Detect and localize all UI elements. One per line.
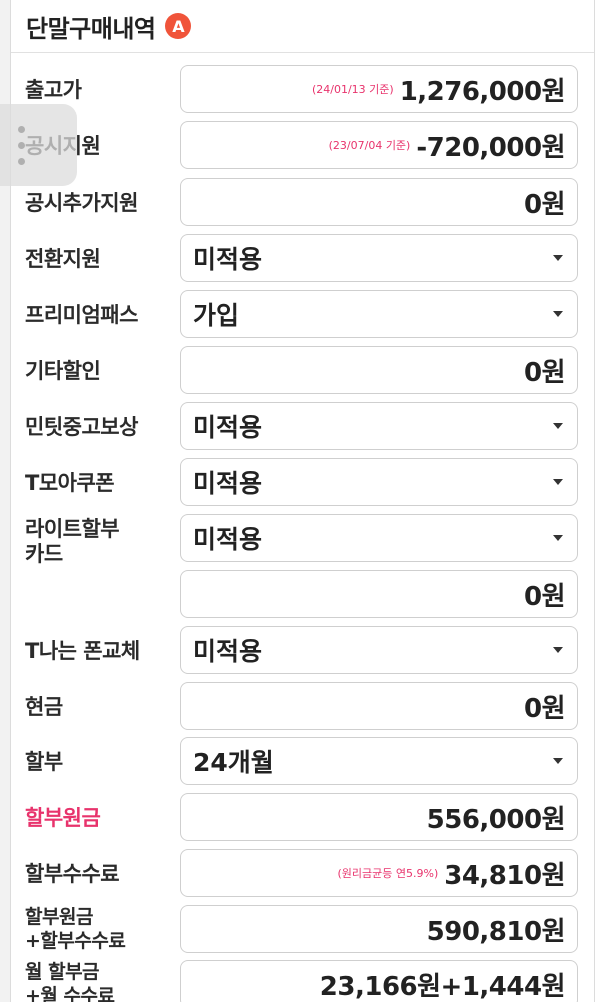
light-installment-amount-value: 0원	[523, 581, 566, 612]
phone-replacement-select[interactable]: 미적용	[180, 626, 578, 674]
label-premium-pass: 프리미엄패스	[25, 303, 138, 327]
label-tmoa-coupon: T모아쿠폰	[25, 471, 115, 495]
additional-support-input[interactable]: 0원	[180, 178, 578, 226]
mintit-trade-in-select[interactable]: 미적용	[180, 402, 578, 450]
caret-down-icon	[553, 758, 563, 764]
installment-fee-field: (원리금균등 연5.9%) 34,810원	[180, 849, 578, 897]
section-header: 단말구매내역 A	[11, 0, 594, 53]
light-installment-card-selected: 미적용	[193, 525, 263, 554]
public-support-field: (23/07/04 기준) -720,000원	[180, 121, 578, 169]
tmoa-coupon-select[interactable]: 미적용	[180, 458, 578, 506]
public-support-note: (23/07/04 기준)	[328, 139, 411, 152]
label-phone-replacement: T나는 폰교체	[25, 639, 140, 663]
caret-down-icon	[553, 479, 563, 485]
phone-replacement-selected: 미적용	[193, 637, 263, 666]
installment-fee-value: 34,810원	[444, 860, 565, 891]
label-line-2: +할부수수료	[25, 930, 126, 952]
premium-pass-selected: 가입	[193, 301, 240, 330]
label-principal-plus-fee: 할부원금 +할부수수료	[25, 905, 126, 953]
additional-support-value: 0원	[523, 189, 566, 220]
tmoa-coupon-selected: 미적용	[193, 469, 263, 498]
floating-menu-icon	[18, 125, 25, 165]
label-additional-support: 공시추가지원	[25, 191, 138, 215]
label-line-1: 월 할부금	[25, 961, 100, 983]
caret-down-icon	[553, 647, 563, 653]
floating-menu-button[interactable]	[0, 104, 77, 186]
other-discount-input[interactable]: 0원	[180, 346, 578, 394]
label-installment-fee: 할부수수료	[25, 862, 120, 886]
monthly-payment-field: 23,166원+1,444원	[180, 960, 578, 1002]
public-support-value: -720,000원	[416, 132, 565, 163]
light-installment-card-select[interactable]: 미적용	[180, 514, 578, 562]
caret-down-icon	[553, 311, 563, 317]
caret-down-icon	[553, 535, 563, 541]
cash-value: 0원	[523, 693, 566, 724]
installment-fee-note: (원리금균등 연5.9%)	[337, 867, 439, 880]
switch-support-select[interactable]: 미적용	[180, 234, 578, 282]
label-cash: 현금	[25, 695, 63, 719]
mintit-trade-in-selected: 미적용	[193, 413, 263, 442]
release-price-field: (24/01/13 기준) 1,276,000원	[180, 65, 578, 113]
switch-support-selected: 미적용	[193, 245, 263, 274]
label-installment: 할부	[25, 750, 63, 774]
label-installment-principal: 할부원금	[25, 806, 101, 830]
installment-principal-value: 556,000원	[426, 804, 566, 835]
cash-input[interactable]: 0원	[180, 682, 578, 730]
premium-pass-select[interactable]: 가입	[180, 290, 578, 338]
label-other-discount: 기타할인	[25, 359, 101, 383]
release-price-value: 1,276,000원	[399, 76, 566, 107]
badge-a-icon: A	[165, 13, 192, 39]
label-line-2: +월 수수료	[25, 985, 115, 1002]
principal-plus-fee-field: 590,810원	[180, 905, 578, 953]
purchase-panel: 단말구매내역 A 출고가 (24/01/13 기준) 1,276,000원 공시…	[10, 0, 595, 1002]
caret-down-icon	[553, 423, 563, 429]
caret-down-icon	[553, 255, 563, 261]
installment-selected: 24개월	[193, 748, 274, 777]
label-line-1: 할부원금	[25, 906, 93, 928]
release-price-note: (24/01/13 기준)	[311, 83, 394, 96]
label-monthly-payment: 월 할부금 +월 수수료	[25, 960, 115, 1002]
label-line-1: 라이트할부	[25, 517, 120, 541]
other-discount-value: 0원	[523, 357, 566, 388]
label-mintit-trade-in: 민팃중고보상	[25, 415, 138, 439]
section-title: 단말구매내역	[26, 14, 156, 43]
label-line-2: 카드	[25, 542, 63, 566]
installment-select[interactable]: 24개월	[180, 737, 578, 785]
label-switch-support: 전환지원	[25, 247, 101, 271]
monthly-payment-value: 23,166원+1,444원	[319, 971, 566, 1002]
installment-principal-field: 556,000원	[180, 793, 578, 841]
light-installment-amount-input[interactable]: 0원	[180, 570, 578, 618]
label-light-installment-card: 라이트할부 카드	[25, 517, 120, 567]
label-release-price: 출고가	[25, 78, 82, 102]
principal-plus-fee-value: 590,810원	[426, 916, 566, 947]
